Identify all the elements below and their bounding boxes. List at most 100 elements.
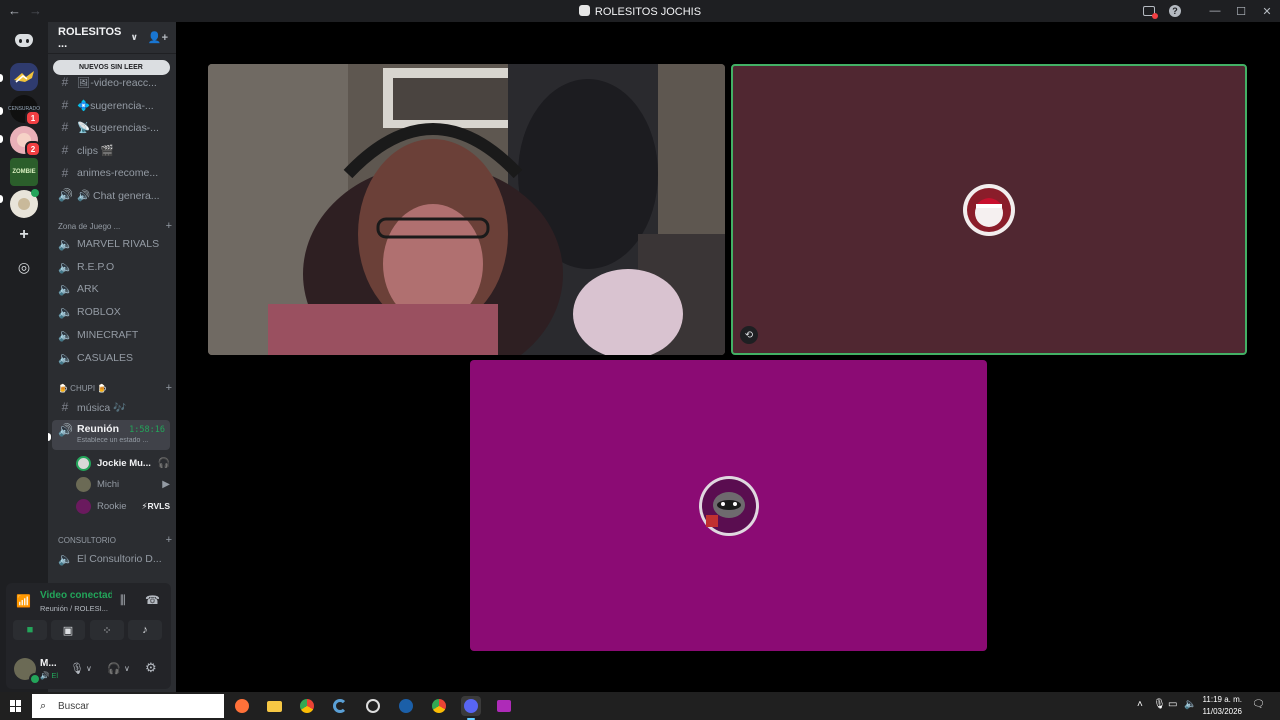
video-tile-user-2[interactable]: ⟲ [731, 64, 1247, 355]
voice-connection-panel: 📶 Video conectado Reunión / ROLESI... ⫼ … [6, 583, 171, 689]
channel-minecraft[interactable]: 🔈 MINECRAFT [52, 325, 170, 345]
speaker-icon: 🔈 [58, 552, 73, 566]
hashtag-icon: # [61, 75, 69, 89]
window-title: ROLESITOS JOCHIS [0, 5, 1280, 18]
close-icon[interactable]: ✕ [1254, 0, 1280, 22]
channel-casuales[interactable]: 🔈 CASUALES [52, 348, 170, 368]
avatar [76, 498, 91, 514]
mention-badge: 1 [25, 110, 41, 126]
channel-musica[interactable]: # música 🎶 [52, 397, 170, 417]
steam-icon[interactable] [396, 696, 416, 716]
clock[interactable]: 11:19 a. m. 11/03/2026 [1203, 694, 1242, 718]
chevron-down-icon[interactable]: ∨ [131, 32, 138, 43]
channel-marvel-rivals[interactable]: 🔈 MARVEL RIVALS [52, 234, 170, 254]
video-tile-user-3[interactable] [470, 360, 987, 651]
discover-icon[interactable]: ◎ [10, 253, 38, 281]
volume-icon[interactable]: 🔈 [1184, 699, 1196, 710]
minimize-icon[interactable]: — [1202, 0, 1228, 22]
chrome-profile-icon[interactable] [429, 696, 449, 716]
microphone-icon[interactable]: 🎙 [1153, 699, 1166, 710]
voice-user-jockie[interactable]: Jockie Mu... 🎧 [76, 453, 170, 473]
activities-button[interactable]: ⁘ [90, 620, 124, 640]
invite-icon[interactable]: 👤+ [148, 31, 168, 44]
chevron-down-icon[interactable]: ∨ [124, 664, 130, 673]
add-channel-icon[interactable]: + [166, 534, 172, 546]
inbox-icon[interactable] [1136, 0, 1162, 22]
windows-start-icon[interactable] [10, 700, 22, 712]
hashtag-icon: # [61, 166, 69, 180]
channel-ark[interactable]: 🔈 ARK [52, 279, 170, 299]
channel-repo[interactable]: 🔈 R.E.P.O [52, 257, 170, 277]
add-server-icon[interactable]: + [10, 221, 38, 249]
category-zona-de-juego[interactable]: Zona de Juego ... + [58, 219, 172, 233]
avatar [76, 455, 91, 471]
channel-animes[interactable]: # animes-recome... [52, 163, 170, 183]
noise-suppression-icon[interactable]: ⫼ [120, 593, 126, 608]
add-channel-icon[interactable]: + [166, 382, 172, 394]
channel-sugerencias[interactable]: # 📡sugerencias-... [52, 117, 170, 137]
stream-preview-icon[interactable]: ⟲ [740, 326, 758, 344]
voice-location[interactable]: Reunión / ROLESI... [40, 604, 112, 613]
discord-taskbar-icon[interactable] [461, 696, 481, 720]
notification-icon[interactable]: 🗨 [1252, 699, 1265, 710]
camera-button[interactable]: ■ [13, 620, 47, 640]
screen-share-button[interactable]: ▣ [51, 620, 85, 640]
new-unread-pill[interactable]: NUEVOS SIN LEER [53, 60, 170, 75]
discord-home-icon[interactable] [10, 26, 38, 54]
active-indicator [48, 433, 51, 441]
clan-tag: ⚡RVLS [141, 500, 170, 511]
firefox-icon[interactable] [232, 696, 252, 716]
hashtag-icon: # [61, 143, 69, 157]
voice-status[interactable]: Video conectado [40, 590, 112, 601]
gear-icon[interactable]: ⚙ [145, 660, 157, 676]
server-icon-2[interactable]: CENSURADO 1 [8, 95, 41, 126]
set-status-text[interactable]: Establece un estado ... [77, 437, 157, 444]
channel-video-reacciones[interactable]: # 🖼-video-reacc... [52, 72, 170, 92]
channel-reunion[interactable]: 🔊 Reunión 1:58:16 Establece un estado ..… [52, 420, 170, 450]
app-icon-green[interactable] [494, 696, 514, 716]
server-icon-5[interactable] [10, 189, 39, 218]
username: M... [40, 658, 57, 669]
server-icon-3[interactable]: 2 [10, 126, 41, 157]
speaker-icon: 🔊 [58, 423, 73, 437]
channel-clips[interactable]: # clips 🎬 [52, 140, 170, 160]
windows-taskbar: ⌕ Buscar ˄ 🎙 ▭ 🔈 11:19 a. m. 11/03/2026 … [0, 692, 1280, 720]
hashtag-icon: # [61, 120, 69, 134]
file-explorer-icon[interactable] [264, 696, 284, 716]
network-icon[interactable]: ▭ [1168, 699, 1177, 710]
avatar [76, 476, 91, 492]
hashtag-icon: # [61, 98, 69, 112]
add-channel-icon[interactable]: + [166, 220, 172, 232]
category-consultorio[interactable]: CONSULTORIO + [58, 533, 172, 547]
chevron-down-icon[interactable]: ∨ [86, 664, 92, 673]
window-controls: ? — ☐ ✕ [1136, 0, 1280, 22]
voice-user-rookie[interactable]: Rookie ⚡RVLS [76, 496, 170, 516]
soundboard-button[interactable]: ♪ [128, 620, 162, 640]
voice-user-michi[interactable]: Michi ▶ [76, 474, 170, 494]
channel-roblox[interactable]: 🔈 ROBLOX [52, 302, 170, 322]
headphones-icon[interactable]: 🎧 [107, 662, 121, 675]
avatar [698, 475, 759, 536]
server-header[interactable]: ROLESITOS ... ∨ 👤+ [48, 22, 176, 54]
help-icon[interactable]: ? [1162, 0, 1188, 22]
microphone-icon[interactable]: 🎙 [70, 662, 84, 675]
ccleaner-icon[interactable] [330, 696, 350, 716]
chrome-icon[interactable] [297, 696, 317, 716]
category-chupi[interactable]: 🍺 CHUPI 🍺 + [58, 381, 172, 395]
channel-consultorio[interactable]: 🔈 El Consultorio D... [52, 549, 170, 569]
server-icon-4[interactable]: ZOMBIE [10, 158, 38, 186]
search-icon: ⌕ [40, 700, 47, 712]
chevron-up-icon[interactable]: ˄ [1137, 699, 1143, 710]
user-panel[interactable]: M... 🔊 El 🎙 ∨ 🎧 ∨ ⚙ [12, 655, 165, 685]
maximize-icon[interactable]: ☐ [1228, 0, 1254, 22]
disconnect-icon[interactable]: ☎ [145, 593, 160, 607]
video-tile-camera[interactable] [208, 64, 725, 355]
server-icon-1[interactable] [10, 63, 38, 91]
signal-icon[interactable]: 📶 [16, 594, 31, 608]
clock-date: 11/03/2026 [1202, 707, 1242, 716]
app-icon[interactable] [363, 696, 383, 716]
channel-chat-general-voice[interactable]: 🔊 🔊 Chat genera... [52, 185, 170, 205]
server-name: ROLESITOS ... [58, 25, 122, 50]
channel-sugerencia[interactable]: # 💠sugerencia-... [52, 95, 170, 115]
taskbar-search[interactable]: ⌕ Buscar [32, 694, 224, 718]
